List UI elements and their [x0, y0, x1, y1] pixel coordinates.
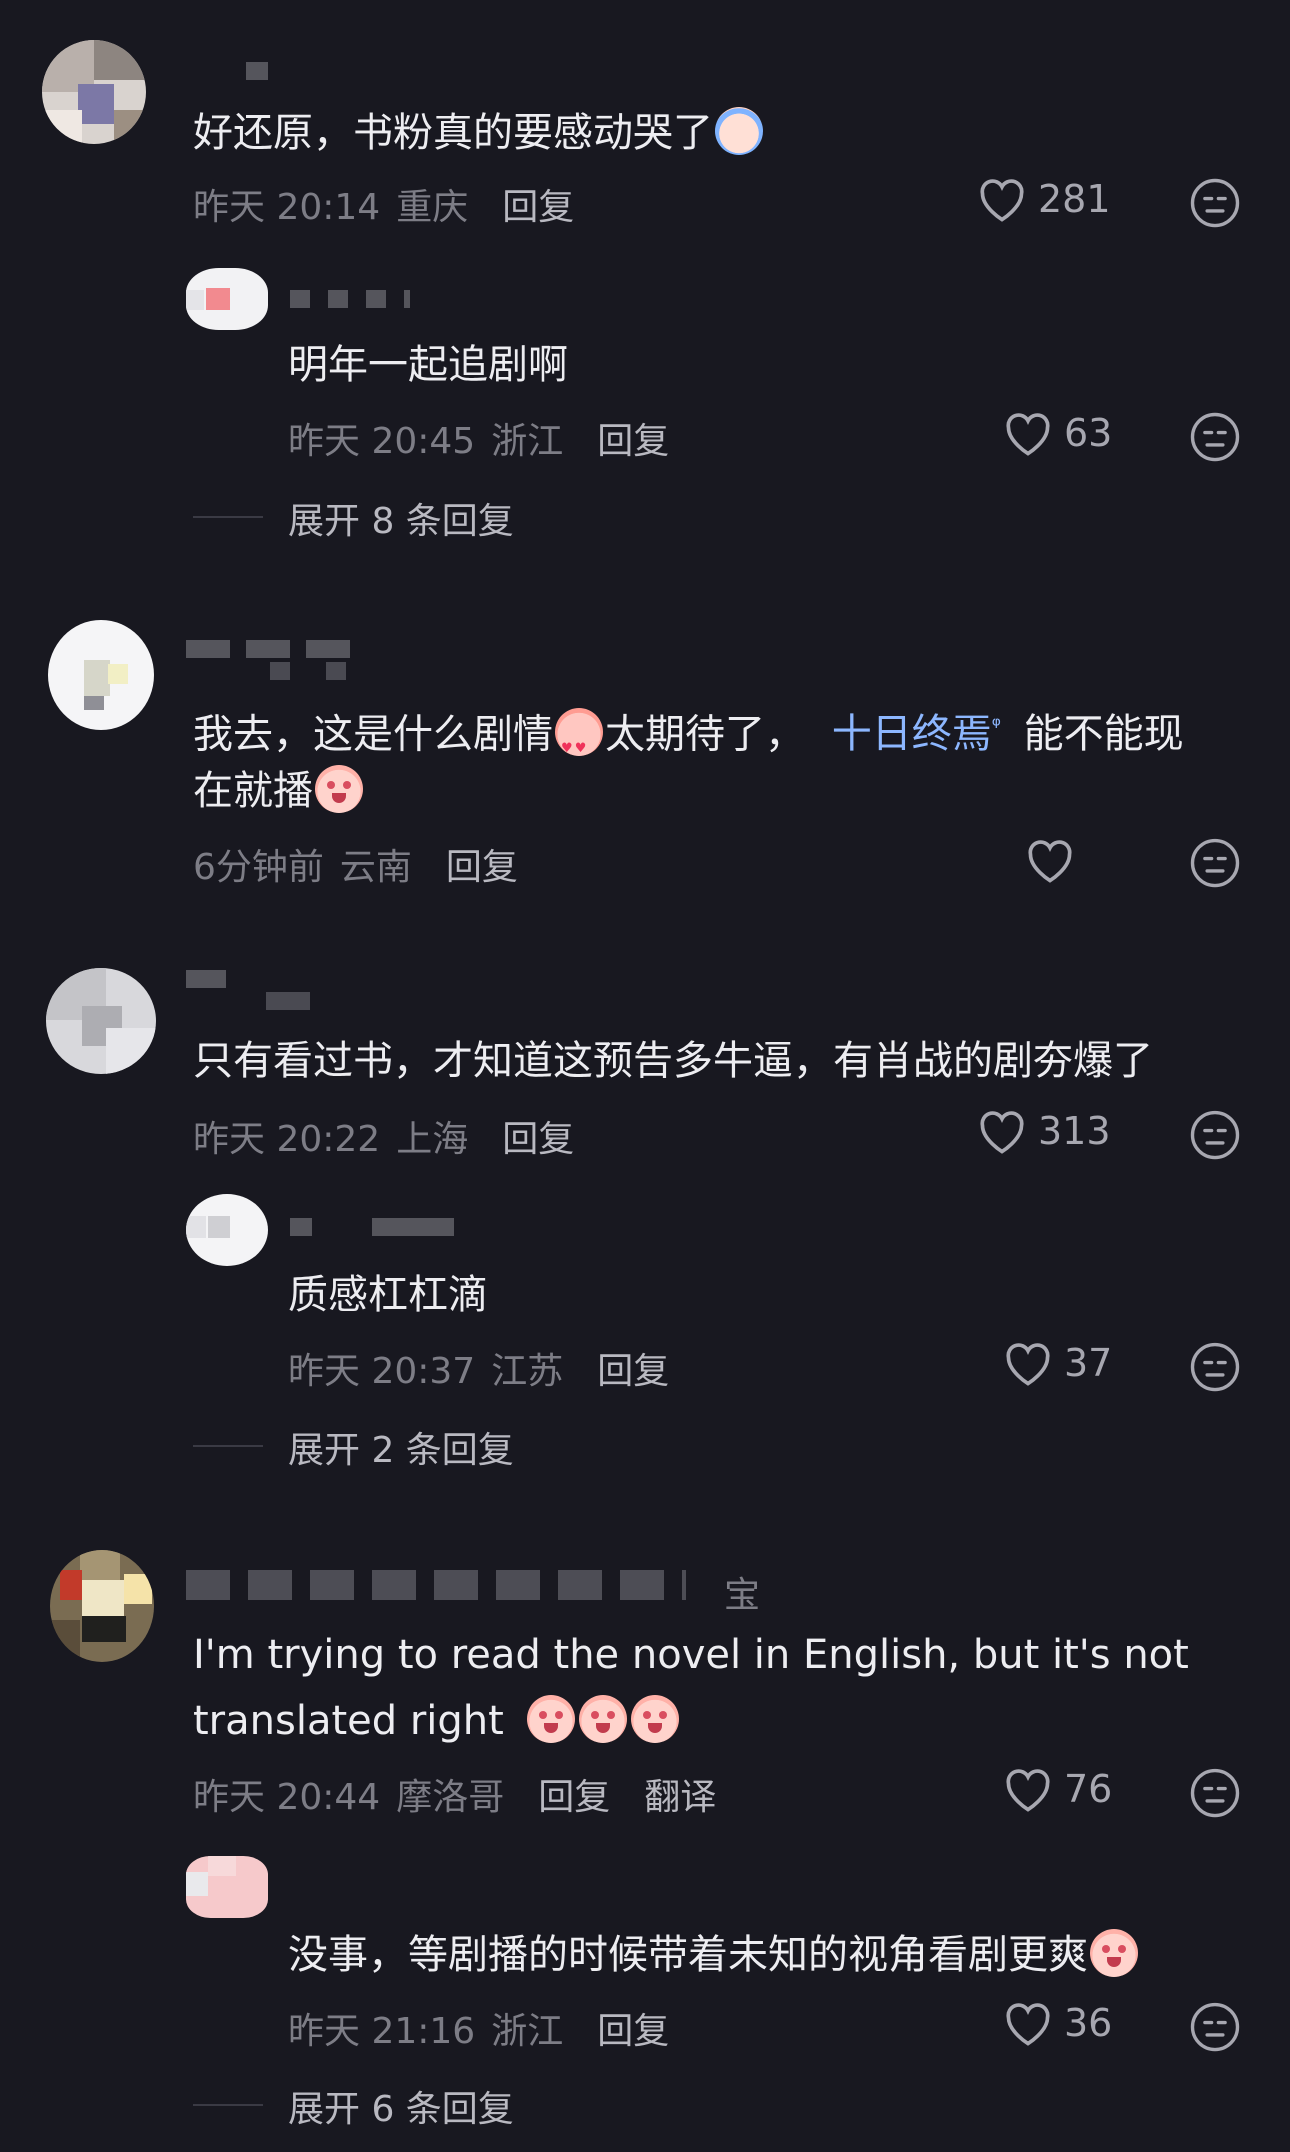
avatar[interactable]	[46, 968, 156, 1074]
expand-divider	[193, 516, 263, 518]
like-count: 281	[1038, 177, 1111, 221]
expand-divider	[193, 1445, 263, 1447]
laughing-emoji-icon	[578, 1695, 627, 1743]
like-button[interactable]	[1024, 836, 1086, 884]
heart-icon	[980, 1111, 1024, 1154]
dislike-face-icon[interactable]	[1188, 176, 1242, 230]
like-button[interactable]: 313	[976, 1107, 1111, 1155]
expand-replies-button[interactable]: 展开 8 条回复	[288, 492, 514, 544]
reply-button[interactable]: 回复	[538, 1777, 610, 1818]
dislike-face-icon[interactable]	[1188, 410, 1242, 464]
username[interactable]	[186, 640, 356, 658]
reply-text: 明年一起追剧啊	[288, 342, 568, 388]
reply-meta: 昨天 21:16 浙江 回复	[288, 2002, 669, 2054]
heart-eyes-emoji-icon	[555, 708, 603, 782]
avatar[interactable]	[42, 40, 146, 144]
pleading-emoji-icon	[315, 765, 363, 813]
username[interactable]	[290, 290, 410, 308]
timestamp: 昨天 20:14	[193, 187, 381, 228]
expand-replies-button[interactable]: 展开 2 条回复	[288, 1421, 514, 1473]
comment-text: 好还原，书粉真的要感动哭了	[193, 100, 765, 166]
timestamp: 昨天 21:16	[288, 2011, 476, 2052]
location: 浙江	[491, 2011, 564, 2052]
like-count: 76	[1064, 1767, 1113, 1811]
translate-button[interactable]: 翻译	[644, 1777, 716, 1818]
dislike-face-icon[interactable]	[1188, 1340, 1242, 1394]
dislike-face-icon[interactable]	[1188, 2000, 1242, 2054]
timestamp: 昨天 20:22	[193, 1119, 381, 1160]
heart-icon	[1006, 2003, 1050, 2046]
avatar[interactable]	[50, 1550, 154, 1662]
username-suffix	[266, 992, 310, 1010]
location: 重庆	[396, 187, 469, 228]
dislike-face-icon[interactable]	[1188, 1108, 1242, 1162]
username-tail: 宝	[724, 1575, 761, 1616]
like-count: 313	[1038, 1109, 1111, 1153]
avatar[interactable]	[186, 268, 268, 330]
reply-button[interactable]: 回复	[597, 1351, 669, 1392]
laughing-emoji-icon	[630, 1695, 679, 1743]
dislike-face-icon[interactable]	[1188, 836, 1242, 890]
avatar[interactable]	[186, 1856, 268, 1918]
comment-text: 只有看过书，才知道这预告多牛逼，有肖战的剧夯爆了	[193, 1038, 1153, 1084]
heart-icon	[1028, 840, 1072, 883]
expand-divider	[193, 2104, 263, 2106]
heart-icon	[1006, 1769, 1050, 1812]
pleading-emoji-icon	[1090, 1929, 1138, 1977]
comment-text-line2: translated right	[193, 1688, 681, 1754]
reply-button[interactable]: 回复	[597, 2011, 669, 2052]
like-button[interactable]: 76	[1002, 1765, 1112, 1813]
avatar[interactable]	[186, 1194, 268, 1266]
username[interactable]	[246, 62, 268, 80]
comment-meta: 昨天 20:14 重庆 回复	[193, 178, 574, 230]
reply-button[interactable]: 回复	[502, 1119, 574, 1160]
like-button[interactable]: 37	[1002, 1339, 1112, 1387]
like-button[interactable]: 36	[1002, 1999, 1112, 2047]
username[interactable]	[186, 1570, 686, 1600]
location: 云南	[339, 847, 412, 888]
heart-icon	[1006, 1343, 1050, 1386]
dislike-face-icon[interactable]	[1188, 1766, 1242, 1820]
location: 江苏	[491, 1351, 564, 1392]
crying-emoji-icon	[715, 107, 763, 155]
comment-meta: 昨天 20:44 摩洛哥 回复 翻译	[193, 1768, 716, 1820]
laughing-emoji-icon	[526, 1695, 575, 1743]
like-button[interactable]: 281	[976, 175, 1111, 223]
timestamp: 昨天 20:37	[288, 1351, 476, 1392]
reply-button[interactable]: 回复	[597, 421, 669, 462]
location: 摩洛哥	[396, 1777, 505, 1818]
reply-button[interactable]: 回复	[502, 187, 574, 228]
username-suffix	[270, 662, 350, 680]
location: 浙江	[491, 421, 564, 462]
heart-icon	[1006, 413, 1050, 456]
comment-meta: 昨天 20:22 上海 回复	[193, 1110, 574, 1162]
like-count: 63	[1064, 411, 1113, 455]
reply-text: 没事，等剧播的时候带着未知的视角看剧更爽	[288, 1922, 1140, 1988]
heart-icon	[980, 179, 1024, 222]
username[interactable]	[290, 1218, 454, 1236]
reply-button[interactable]: 回复	[446, 847, 518, 888]
search-icon: ᵠ	[991, 714, 1001, 739]
expand-replies-button[interactable]: 展开 6 条回复	[288, 2080, 514, 2132]
username[interactable]	[290, 1882, 450, 1900]
reply-meta: 昨天 20:45 浙江 回复	[288, 412, 669, 464]
comment-text: I'm trying to read the novel in English,…	[193, 1632, 1189, 1678]
comment-text-line2: 在就播	[193, 758, 365, 824]
like-count: 36	[1064, 2001, 1113, 2045]
reply-text: 质感杠杠滴	[288, 1272, 488, 1318]
reply-meta: 昨天 20:37 江苏 回复	[288, 1342, 669, 1394]
like-button[interactable]: 63	[1002, 409, 1112, 457]
search-link[interactable]: 十日终焉ᵠ	[832, 711, 1001, 757]
comment-text: 我去，这是什么剧情太期待了， 十日终焉ᵠ 能不能现	[193, 694, 1184, 782]
timestamp: 昨天 20:44	[193, 1777, 381, 1818]
location: 上海	[396, 1119, 469, 1160]
like-count: 37	[1064, 1341, 1113, 1385]
timestamp: 6分钟前	[193, 847, 324, 888]
timestamp: 昨天 20:45	[288, 421, 476, 462]
avatar[interactable]	[48, 620, 154, 730]
comment-meta: 6分钟前 云南 回复	[193, 838, 518, 890]
username[interactable]	[186, 970, 226, 988]
